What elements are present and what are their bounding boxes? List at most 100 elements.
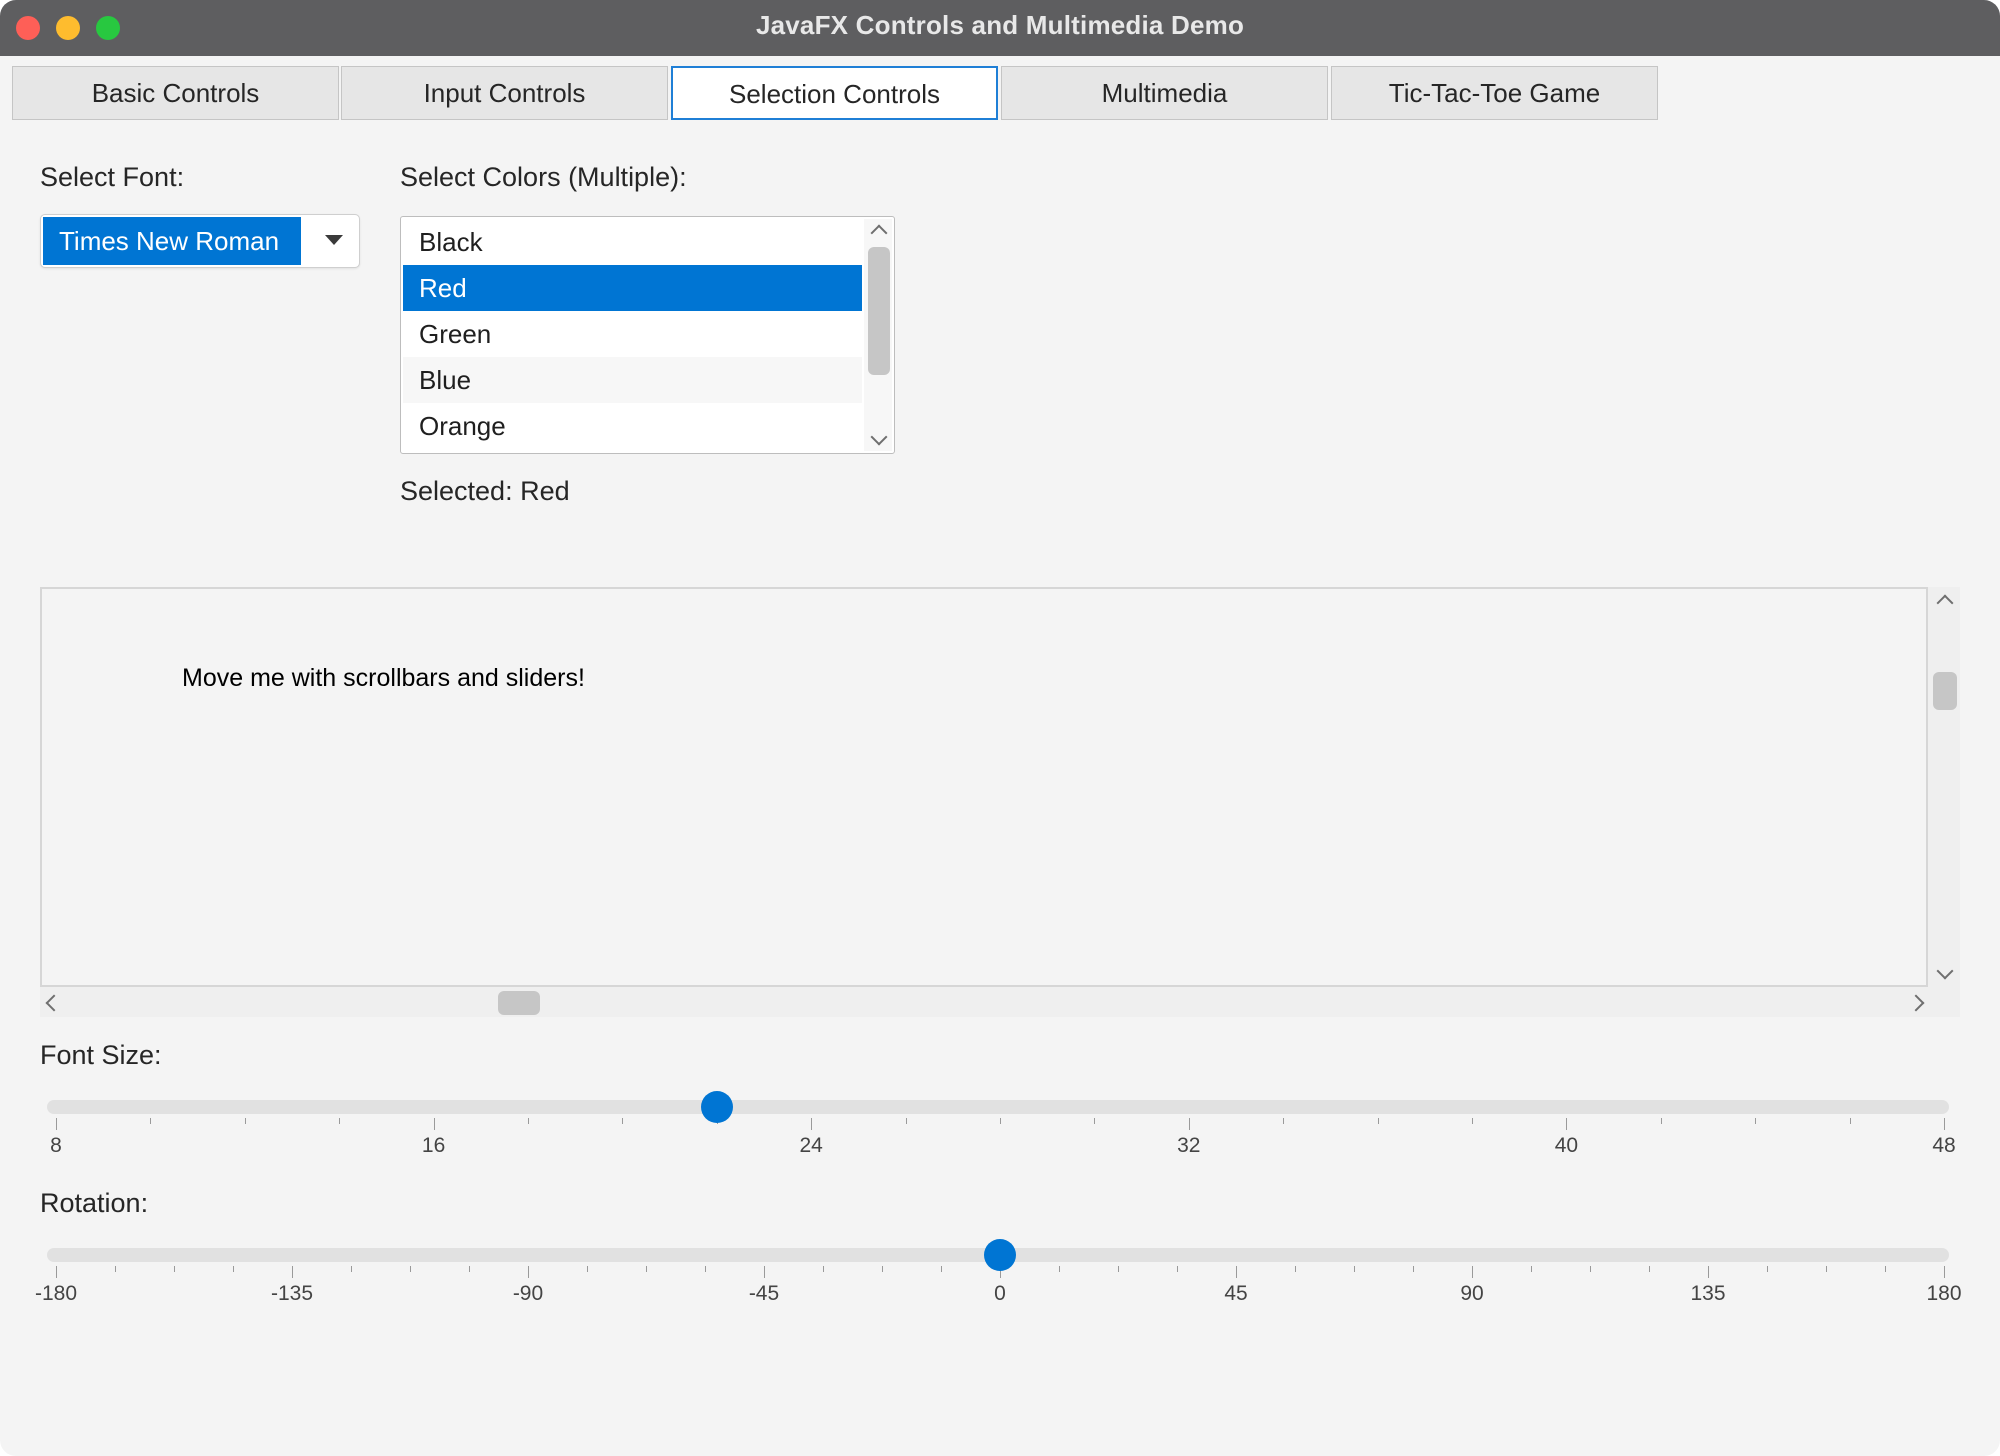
chevron-right-icon[interactable] xyxy=(1907,994,1925,1012)
minor-tick xyxy=(233,1266,234,1272)
minor-tick xyxy=(1354,1266,1355,1272)
list-item[interactable]: Green xyxy=(403,311,862,357)
tab-tic-tac-toe[interactable]: Tic-Tac-Toe Game xyxy=(1331,66,1658,120)
font-size-slider-thumb[interactable] xyxy=(700,1091,733,1123)
major-tick xyxy=(1188,1118,1190,1130)
minor-tick xyxy=(1283,1118,1285,1124)
list-item[interactable]: Orange xyxy=(403,403,862,449)
chevron-left-icon[interactable] xyxy=(45,994,63,1012)
minor-tick xyxy=(1531,1266,1532,1272)
minor-tick xyxy=(1000,1118,1001,1124)
major-tick xyxy=(528,1266,529,1278)
tick-label: 16 xyxy=(421,1134,446,1157)
list-item[interactable]: Red xyxy=(403,265,862,311)
minor-tick xyxy=(1767,1266,1768,1272)
minor-tick xyxy=(339,1118,341,1124)
minor-tick xyxy=(882,1266,883,1272)
tab-basic-controls[interactable]: Basic Controls xyxy=(12,66,339,120)
major-tick xyxy=(1566,1118,1568,1130)
major-tick xyxy=(292,1266,293,1278)
minor-tick xyxy=(941,1266,942,1272)
chevron-down-icon[interactable] xyxy=(325,235,343,245)
minor-tick xyxy=(905,1118,907,1124)
minor-tick xyxy=(1059,1266,1060,1272)
font-size-slider-track[interactable] xyxy=(47,1100,1949,1114)
minor-tick xyxy=(646,1266,647,1272)
select-font-label: Select Font: xyxy=(40,162,185,192)
minor-tick xyxy=(1660,1118,1662,1124)
minor-tick xyxy=(1649,1266,1650,1272)
minor-tick xyxy=(1885,1266,1886,1272)
window-title: JavaFX Controls and Multimedia Demo xyxy=(755,10,1245,40)
tick-label: -180 xyxy=(34,1282,78,1305)
chevron-up-icon[interactable] xyxy=(1936,594,1954,612)
minor-tick xyxy=(1826,1266,1827,1272)
minor-tick xyxy=(351,1266,352,1272)
title-bar: JavaFX Controls and Multimedia Demo xyxy=(0,0,2000,57)
chevron-down-icon[interactable] xyxy=(870,428,888,446)
minor-tick xyxy=(1590,1266,1591,1272)
font-combo-box[interactable]: Times New Roman xyxy=(40,214,360,268)
vertical-scrollbar-thumb[interactable] xyxy=(1933,672,1957,710)
tab-bar: Basic Controls Input Controls Selection … xyxy=(0,56,2000,124)
major-tick xyxy=(1944,1118,1945,1130)
vertical-scrollbar[interactable] xyxy=(1928,587,1960,987)
major-tick xyxy=(764,1266,765,1278)
tick-label: -90 xyxy=(512,1282,544,1305)
tick-label: -45 xyxy=(748,1282,780,1305)
horizontal-scrollbar-thumb[interactable] xyxy=(498,991,540,1015)
tick-label: 180 xyxy=(1926,1282,1962,1305)
chevron-down-icon[interactable] xyxy=(1936,962,1954,980)
tick-label: 135 xyxy=(1690,1282,1726,1305)
list-item[interactable]: Blue xyxy=(403,357,862,403)
tick-label: 32 xyxy=(1177,1134,1201,1157)
scrollbar-thumb[interactable] xyxy=(868,247,890,375)
tick-label: 40 xyxy=(1554,1134,1579,1157)
select-colors-label: Select Colors (Multiple): xyxy=(400,162,687,192)
minor-tick xyxy=(587,1266,588,1272)
tick-label: 90 xyxy=(1460,1282,1484,1305)
minor-tick xyxy=(528,1118,529,1124)
tick-label: 8 xyxy=(50,1134,62,1157)
minor-tick xyxy=(410,1266,411,1272)
minor-tick xyxy=(1377,1118,1379,1124)
font-combo-value: Times New Roman xyxy=(43,217,301,265)
minor-tick xyxy=(705,1266,706,1272)
minor-tick xyxy=(622,1118,624,1124)
minor-tick xyxy=(1849,1118,1851,1124)
colors-list[interactable]: Black Red Green Blue Orange xyxy=(400,216,895,454)
minor-tick xyxy=(115,1266,116,1272)
colors-list-scrollbar[interactable] xyxy=(864,219,892,451)
tick-label: -135 xyxy=(270,1282,314,1305)
horizontal-scrollbar[interactable] xyxy=(40,987,1928,1017)
scroll-pane[interactable] xyxy=(40,587,1928,987)
tick-label: 0 xyxy=(994,1282,1006,1305)
chevron-up-icon[interactable] xyxy=(870,224,888,242)
minor-tick xyxy=(1118,1266,1119,1272)
minor-tick xyxy=(1472,1118,1473,1124)
minor-tick xyxy=(1413,1266,1414,1272)
tab-selection-controls[interactable]: Selection Controls xyxy=(671,66,998,120)
tick-label: 45 xyxy=(1224,1282,1248,1305)
minor-tick xyxy=(244,1118,246,1124)
rotation-slider-thumb[interactable] xyxy=(984,1239,1016,1271)
rotation-label: Rotation: xyxy=(40,1188,149,1218)
major-tick xyxy=(1944,1266,1945,1278)
list-item[interactable]: Black xyxy=(403,219,862,265)
scrollbar-corner xyxy=(1928,987,1960,1017)
minor-tick xyxy=(823,1266,824,1272)
major-tick xyxy=(56,1266,57,1278)
tab-multimedia[interactable]: Multimedia xyxy=(1001,66,1328,120)
minor-tick xyxy=(469,1266,470,1272)
app-window: JavaFX Controls and Multimedia Demo Basi… xyxy=(0,0,2000,1456)
major-tick xyxy=(811,1118,813,1130)
major-tick xyxy=(56,1118,57,1130)
minor-tick xyxy=(1755,1118,1757,1124)
major-tick xyxy=(433,1118,435,1130)
minor-tick xyxy=(150,1118,152,1124)
tab-input-controls[interactable]: Input Controls xyxy=(341,66,668,120)
font-size-label: Font Size: xyxy=(40,1040,162,1070)
minor-tick xyxy=(1295,1266,1296,1272)
tick-label: 24 xyxy=(799,1134,823,1157)
selected-colors-status: Selected: Red xyxy=(400,476,570,506)
